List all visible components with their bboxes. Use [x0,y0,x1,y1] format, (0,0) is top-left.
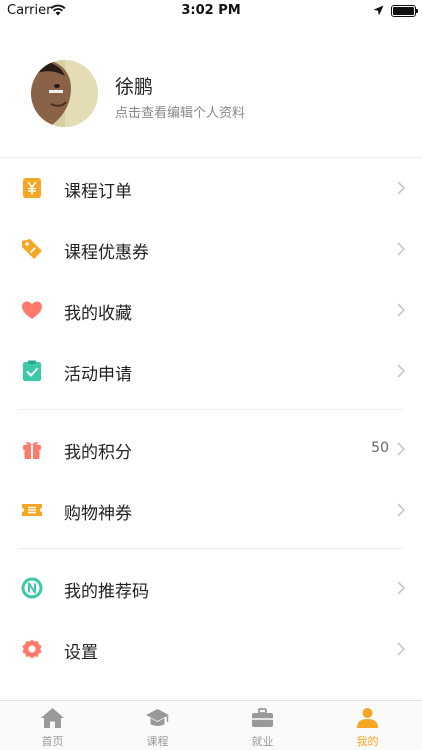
tab-label: 我的 [356,735,379,748]
menu-item-settings[interactable]: 设置 [0,619,422,679]
home-icon [41,708,64,728]
tag-icon [22,239,42,259]
tab-home[interactable]: 首页 [0,701,105,750]
battery-icon [391,5,418,17]
tab-label: 首页 [41,735,64,748]
tab-label: 课程 [146,735,169,748]
profile-subtitle[interactable]: 点击查看编辑个人资料 [115,102,245,121]
menu-label: 我的推荐码 [64,582,149,602]
menu-label: 我的积分 [64,443,132,463]
tab-courses[interactable]: 课程 [105,701,210,750]
section-divider [18,409,404,410]
profile-header[interactable]: 徐鹏 点击查看编辑个人资料 [0,52,422,144]
chevron-right-icon [397,181,405,195]
menu-item-points[interactable]: 我的积分 50 [0,419,422,479]
chevron-right-icon [397,242,405,256]
heart-icon [22,301,42,319]
briefcase-icon [252,708,273,727]
gear-icon [22,639,42,659]
graduation-cap-icon [146,709,169,726]
chevron-right-icon [397,442,405,456]
tab-bar: 首页 课程 就业 我的 [0,700,422,750]
menu-label: 课程订单 [64,182,132,202]
clipboard-check-icon [23,360,41,381]
status-bar: Carrier 3:02 PM [0,0,422,22]
profile-name: 徐鹏 [115,76,154,98]
person-icon [357,708,378,728]
chevron-right-icon [397,503,405,517]
chevron-right-icon [397,581,405,595]
menu-item-referral-code[interactable]: 我的推荐码 [0,558,422,618]
menu-label: 购物神券 [64,504,132,524]
status-time: 3:02 PM [181,3,241,18]
chevron-right-icon [397,364,405,378]
menu-item-course-orders[interactable]: 课程订单 [0,158,422,218]
menu-label: 设置 [64,643,98,663]
points-value: 50 [371,440,389,456]
chevron-right-icon [397,642,405,656]
menu-label: 我的收藏 [64,304,132,324]
menu-item-shopping-coupons[interactable]: 购物神券 [0,480,422,540]
gift-icon [23,442,41,459]
menu-item-course-coupons[interactable]: 课程优惠券 [0,219,422,279]
menu-label: 活动申请 [64,365,132,385]
tab-mine[interactable]: 我的 [315,701,420,750]
yen-icon [23,178,41,198]
menu-item-activity-application[interactable]: 活动申请 [0,341,422,401]
chevron-right-icon [397,303,405,317]
ticket-icon [22,504,42,516]
tab-label: 就业 [251,735,274,748]
avatar[interactable] [31,60,98,127]
location-arrow-icon [373,5,384,16]
n-badge-icon [21,577,43,599]
section-divider [18,548,404,549]
menu-label: 课程优惠券 [64,243,149,263]
tab-employment[interactable]: 就业 [210,701,315,750]
menu-item-favorites[interactable]: 我的收藏 [0,280,422,340]
